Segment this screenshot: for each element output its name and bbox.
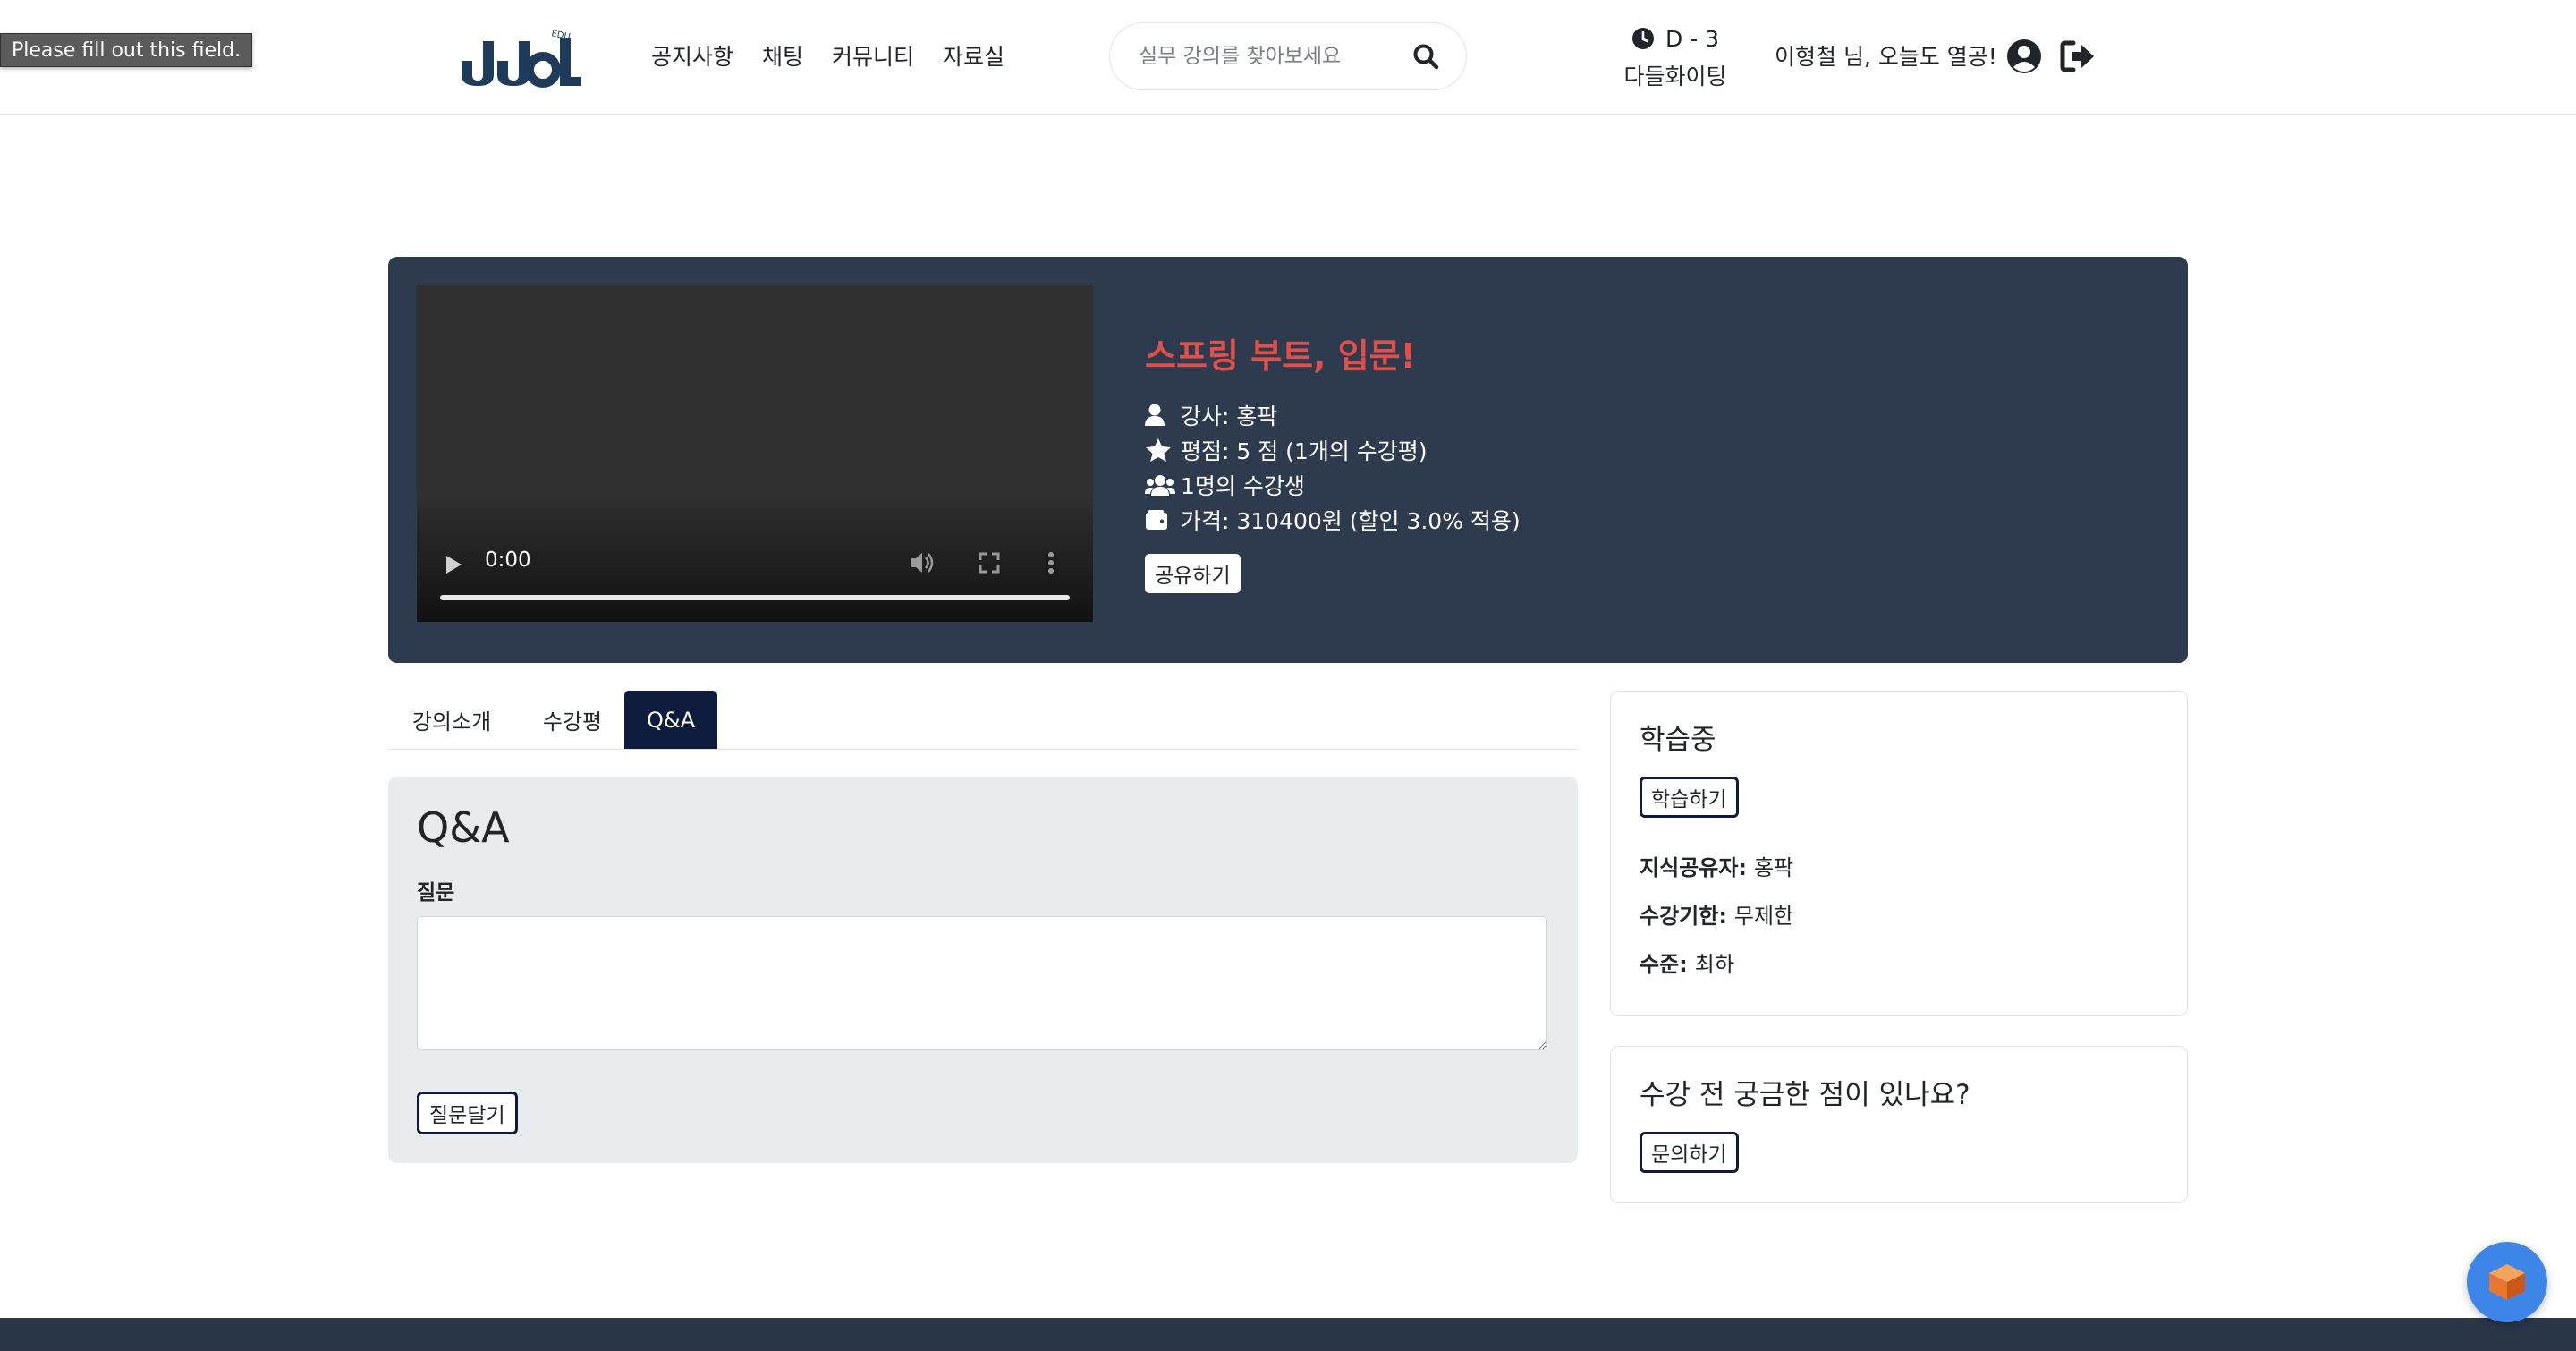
learning-status-title: 학습중 <box>1640 724 1716 756</box>
course-tabs: 강의소개 수강평 Q&A <box>388 691 1578 750</box>
main-nav: 공지사항 채팅 커뮤니티 자료실 <box>651 0 1004 111</box>
search-input[interactable] <box>1139 45 1411 68</box>
site-header: EDU 공지사항 채팅 커뮤니티 자료실 D - 3 다들화이팅 이형철 님, … <box>0 0 2576 115</box>
qna-title: Q&A <box>417 803 510 852</box>
price-row: 가격: 310400원 (할인 3.0% 적용) <box>1145 502 2129 537</box>
instructor-row: 강사: 홍팍 <box>1145 397 2129 432</box>
dday-widget: D - 3 다들화이팅 <box>1617 21 1733 91</box>
video-time: 0:00 <box>485 548 531 572</box>
users-icon <box>1145 474 1175 496</box>
fullscreen-button[interactable] <box>979 552 1000 577</box>
search-icon <box>1413 44 1439 70</box>
cube-icon <box>2489 1264 2525 1300</box>
validation-tooltip: Please fill out this field. <box>0 33 253 67</box>
wallet-icon <box>1146 509 1167 530</box>
students-row: 1명의 수강생 <box>1145 467 2129 502</box>
price-text: 가격: 310400원 (할인 3.0% 적용) <box>1181 507 1521 534</box>
inquiry-card: 수강 전 궁금한 점이 있나요? 문의하기 <box>1610 1046 2188 1203</box>
tab-intro[interactable]: 강의소개 <box>388 691 515 749</box>
share-button[interactable]: 공유하기 <box>1145 554 1241 593</box>
instructor-text: 강사: 홍팍 <box>1181 403 1278 429</box>
inquiry-title: 수강 전 궁금한 점이 있나요? <box>1640 1079 1970 1111</box>
tab-reviews[interactable]: 수강평 <box>515 691 630 749</box>
logo-icon: EDU <box>462 29 581 88</box>
nav-chat[interactable]: 채팅 <box>762 39 803 72</box>
start-learning-button[interactable]: 학습하기 <box>1640 777 1739 818</box>
more-icon <box>1048 552 1054 574</box>
students-text: 1명의 수강생 <box>1181 472 1305 499</box>
course-meta: 강사: 홍팍 평점: 5 점 (1개의 수강평) 1명의 수강생 가격: 310… <box>1145 397 2129 537</box>
course-title: 스프링 부트, 입문! <box>1145 336 1416 376</box>
detail-row-instructor: 지식공유자: 홍팍 <box>1640 841 2158 889</box>
course-details: 지식공유자: 홍팍 수강기한: 무제한 수준: 최하 <box>1640 841 2158 986</box>
detail-label: 수강기한: <box>1640 903 1727 929</box>
detail-label: 수준: <box>1640 951 1688 977</box>
inquiry-button[interactable]: 문의하기 <box>1640 1132 1739 1173</box>
user-icon <box>1145 404 1165 426</box>
rating-text: 평점: 5 점 (1개의 수강평) <box>1181 438 1428 464</box>
volume-icon <box>911 553 934 573</box>
user-circle-icon <box>2007 39 2041 73</box>
learning-status-card: 학습중 학습하기 지식공유자: 홍팍 수강기한: 무제한 수준: 최하 <box>1610 691 2188 1016</box>
profile-button[interactable] <box>2005 38 2043 75</box>
floating-chat-button[interactable] <box>2467 1242 2547 1322</box>
play-button[interactable] <box>444 554 463 579</box>
svg-text:EDU: EDU <box>550 29 571 42</box>
submit-question-button[interactable]: 질문달기 <box>417 1092 518 1134</box>
search-button[interactable] <box>1411 41 1441 72</box>
video-progress-bar[interactable] <box>440 595 1070 600</box>
qna-panel: Q&A 질문 질문달기 <box>388 777 1578 1163</box>
tab-qna[interactable]: Q&A <box>624 691 717 749</box>
logout-button[interactable] <box>2059 38 2097 75</box>
nav-notice[interactable]: 공지사항 <box>651 39 733 72</box>
detail-row-level: 수준: 최하 <box>1640 938 2158 986</box>
user-greeting: 이형철 님, 오늘도 열공! <box>1775 44 1997 70</box>
play-icon <box>446 556 462 574</box>
clock-icon <box>1631 28 1654 49</box>
video-player[interactable]: 0:00 <box>417 285 1093 622</box>
volume-button[interactable] <box>909 550 936 579</box>
logout-icon <box>2060 40 2094 72</box>
detail-value: 홍팍 <box>1754 854 1794 880</box>
course-info: 스프링 부트, 입문! 강사: 홍팍 평점: 5 점 (1개의 수강평) 1명의… <box>1145 328 2129 537</box>
dday-label: D - 3 <box>1665 25 1720 52</box>
nav-community[interactable]: 커뮤니티 <box>832 39 914 72</box>
detail-row-period: 수강기한: 무제한 <box>1640 889 2158 938</box>
nav-library[interactable]: 자료실 <box>943 39 1004 72</box>
course-hero: 0:00 스프링 부트, 입문! 강사: 홍팍 평점: 5 점 (1개의 수강평… <box>388 257 2188 663</box>
search-box <box>1109 22 1467 90</box>
video-controls: 0:00 <box>417 523 1093 622</box>
logo[interactable]: EDU <box>458 25 583 88</box>
dday-event: 다들화이팅 <box>1623 64 1727 89</box>
star-icon <box>1146 438 1171 462</box>
question-label: 질문 <box>417 881 455 905</box>
footer <box>0 1318 2576 1351</box>
detail-value: 최하 <box>1694 951 1734 977</box>
fullscreen-icon <box>979 552 1000 574</box>
more-options-button[interactable] <box>1046 550 1055 579</box>
question-textarea[interactable] <box>417 916 1547 1050</box>
detail-value: 무제한 <box>1733 903 1794 929</box>
detail-label: 지식공유자: <box>1640 854 1747 880</box>
rating-row: 평점: 5 점 (1개의 수강평) <box>1145 432 2129 467</box>
